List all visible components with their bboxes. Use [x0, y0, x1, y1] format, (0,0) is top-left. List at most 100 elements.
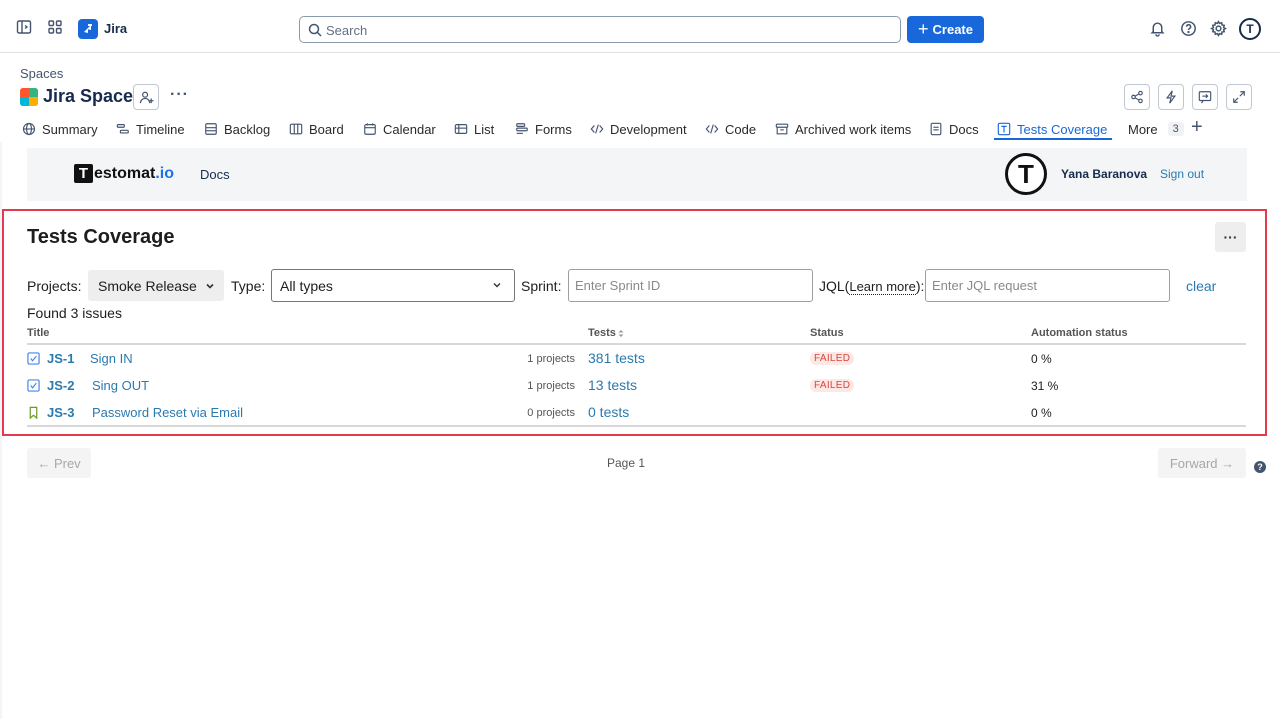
sign-out-link[interactable]: Sign out: [1160, 167, 1204, 181]
testomat-logo[interactable]: T estomat.io: [74, 164, 174, 183]
share-icon: [1131, 90, 1143, 104]
tab-archived-work-items[interactable]: Archived work items: [775, 117, 911, 141]
testomat-user-name: Yana Baranova: [1061, 167, 1148, 181]
issue-key-link[interactable]: JS-2: [47, 378, 74, 393]
testomat-docs-link[interactable]: Docs: [200, 167, 230, 182]
automation-percent: 0 %: [1031, 406, 1052, 420]
tab-calendar[interactable]: Calendar: [363, 117, 436, 141]
column-header-tests[interactable]: Tests: [588, 327, 624, 339]
globe-icon: [22, 122, 36, 136]
jql-input[interactable]: Enter JQL request: [925, 269, 1170, 302]
tab-timeline[interactable]: Timeline: [116, 117, 185, 141]
space-more-actions-button[interactable]: ···: [170, 86, 189, 104]
list-icon: [454, 124, 468, 134]
projects-count: 0 projects: [527, 407, 575, 419]
projects-label: Projects:: [27, 278, 82, 294]
table-row: JS-1 Sign IN 1 projects 381 tests FAILED…: [27, 345, 1246, 372]
table-row: JS-2 Sing OUT 1 projects 13 tests FAILED…: [27, 372, 1246, 399]
breadcrumb[interactable]: Spaces: [20, 66, 63, 81]
sprint-placeholder: Enter Sprint ID: [575, 278, 661, 293]
type-select[interactable]: All types: [271, 269, 515, 302]
tab-summary[interactable]: Summary: [22, 117, 98, 141]
tab-backlog[interactable]: Backlog: [204, 117, 270, 141]
top-navigation-bar: Jira Search + Create T: [0, 0, 1280, 53]
column-header-automation: Automation status: [1031, 327, 1128, 339]
search-placeholder: Search: [326, 23, 368, 38]
prev-page-button[interactable]: ← Prev: [27, 448, 91, 478]
page-number: Page 1: [607, 456, 646, 470]
settings-gear-icon[interactable]: [1210, 20, 1228, 38]
checkbox-icon: [27, 352, 40, 365]
tab-board[interactable]: Board: [289, 117, 344, 141]
bookmark-icon: [29, 406, 38, 419]
projects-select[interactable]: Smoke Release: [88, 270, 224, 301]
jql-learn-more-link[interactable]: Learn more: [849, 279, 916, 295]
more-count-badge: 3: [1167, 122, 1184, 136]
issue-summary-link[interactable]: Sing OUT: [92, 378, 149, 393]
tests-count-link[interactable]: 381 tests: [588, 350, 645, 366]
tests-count-link[interactable]: 0 tests: [588, 404, 629, 420]
space-title: Jira Space: [43, 86, 134, 106]
issue-summary-link[interactable]: Sign IN: [90, 351, 133, 366]
testomat-user-avatar: T: [1005, 153, 1047, 195]
create-button-label: Create: [932, 22, 973, 37]
add-people-button[interactable]: [133, 84, 159, 110]
plus-icon: +: [918, 18, 929, 39]
app-name[interactable]: Jira: [104, 21, 127, 36]
tab-more[interactable]: More 3: [1128, 117, 1184, 141]
help-icon[interactable]: ?: [1254, 461, 1266, 473]
fullscreen-button[interactable]: [1226, 84, 1252, 110]
table-bottom-divider: [27, 425, 1246, 427]
lightning-icon: [1165, 90, 1177, 104]
notifications-bell-icon[interactable]: [1149, 20, 1167, 38]
found-issues-count: Found 3 issues: [27, 305, 122, 321]
testomat-icon: [997, 122, 1011, 136]
archive-icon: [775, 123, 789, 135]
search-input[interactable]: Search: [299, 16, 901, 43]
tab-list[interactable]: List: [454, 117, 494, 141]
add-tab-button[interactable]: +: [1191, 117, 1203, 137]
code-icon: [590, 124, 604, 134]
create-button[interactable]: + Create: [907, 16, 984, 43]
tests-count-link[interactable]: 13 tests: [588, 377, 637, 393]
projects-count: 1 projects: [527, 353, 575, 365]
tab-docs[interactable]: Docs: [929, 117, 979, 141]
tab-forms[interactable]: Forms: [515, 117, 572, 141]
status-badge: FAILED: [810, 352, 855, 365]
calendar-icon: [364, 123, 376, 135]
active-tab-indicator: [994, 138, 1112, 140]
jql-label: JQL(Learn more):: [819, 278, 925, 295]
space-avatar-icon: [20, 88, 38, 106]
search-icon: [308, 23, 322, 37]
clear-filters-link[interactable]: clear: [1186, 278, 1216, 294]
feedback-button[interactable]: [1192, 84, 1218, 110]
timeline-icon: [116, 124, 129, 134]
user-avatar[interactable]: T: [1239, 18, 1261, 40]
status-badge: FAILED: [810, 379, 855, 392]
sidebar-toggle-icon[interactable]: [16, 19, 34, 37]
backlog-icon: [205, 123, 217, 135]
jira-logo-icon[interactable]: [78, 19, 98, 39]
page-title: Tests Coverage: [27, 226, 175, 248]
sort-icon: [618, 329, 624, 337]
share-button[interactable]: [1124, 84, 1150, 110]
expand-icon: [1233, 91, 1245, 103]
page-icon: [930, 122, 942, 136]
type-label: Type:: [231, 278, 266, 294]
testomat-header: T estomat.io Docs T Yana Baranova Sign o…: [27, 148, 1247, 201]
tab-development[interactable]: Development: [590, 117, 687, 141]
forward-page-button[interactable]: Forward →: [1158, 448, 1246, 478]
help-icon[interactable]: [1180, 20, 1198, 38]
automation-button[interactable]: [1158, 84, 1184, 110]
projects-count: 1 projects: [527, 380, 575, 392]
sprint-input[interactable]: Enter Sprint ID: [568, 269, 813, 302]
coverage-menu-button[interactable]: ···: [1215, 222, 1246, 252]
tab-code[interactable]: Code: [705, 117, 756, 141]
issue-key-link[interactable]: JS-3: [47, 405, 74, 420]
code-icon: [705, 124, 719, 134]
issue-key-link[interactable]: JS-1: [47, 351, 74, 366]
issue-summary-link[interactable]: Password Reset via Email: [92, 405, 243, 420]
chevron-down-icon: [493, 283, 501, 288]
app-switcher-icon[interactable]: [47, 19, 65, 37]
chevron-down-icon: [206, 283, 214, 289]
